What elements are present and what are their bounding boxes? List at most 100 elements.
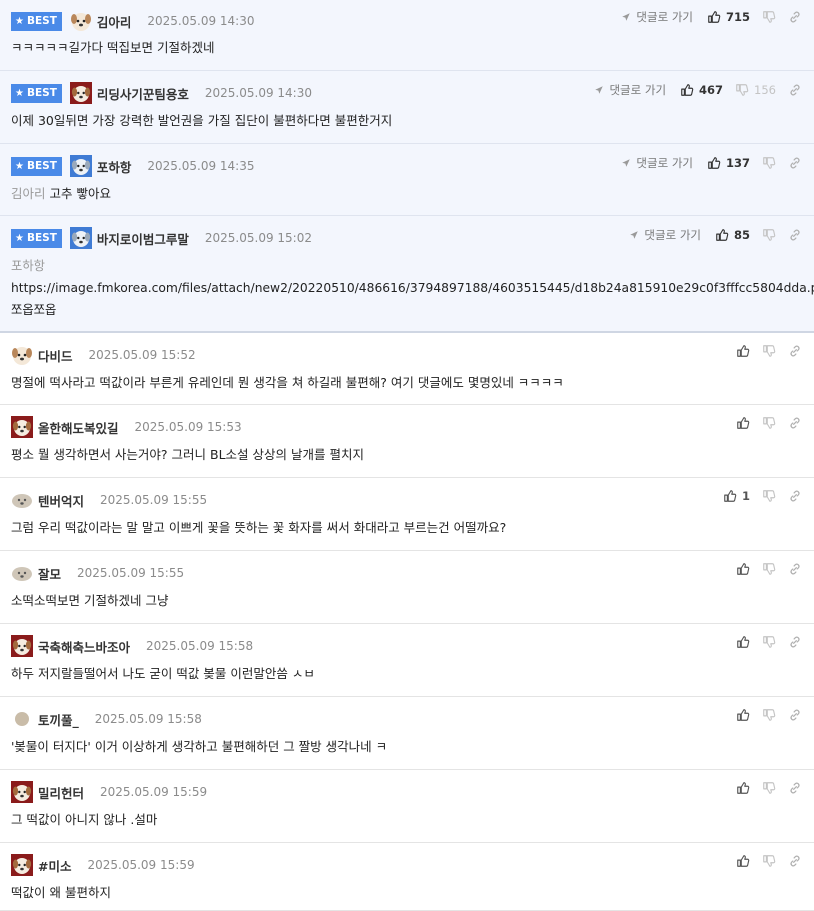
upvote-button[interactable] bbox=[736, 708, 750, 722]
comment-link-text[interactable]: https://image.fmkorea.com/files/attach/n… bbox=[11, 277, 814, 299]
blue-dog-icon bbox=[70, 227, 92, 249]
comment-date: 2025.05.09 15:55 bbox=[77, 566, 185, 580]
comment-text: '봊물이 터지다' 이거 이상하게 생각하고 불편해하던 그 짤방 생각나네 ㅋ bbox=[11, 739, 388, 754]
downvote-count: 156 bbox=[754, 83, 776, 97]
star-icon: ★ bbox=[15, 232, 24, 244]
best-comment: ★ BEST 포하항 2025.05.09 14:35 댓글로 가기 137 김아… bbox=[0, 144, 814, 216]
downvote-button[interactable] bbox=[762, 489, 776, 503]
avatar[interactable] bbox=[11, 562, 33, 584]
goto-comment-link[interactable]: 댓글로 가기 bbox=[621, 9, 693, 25]
share-link-button[interactable] bbox=[788, 10, 802, 24]
best-comment: ★ BEST 김아리 2025.05.09 14:30 댓글로 가기 715 ㅋㅋ… bbox=[0, 0, 814, 71]
gray-dog-icon bbox=[11, 489, 33, 511]
goto-comment-link[interactable]: 댓글로 가기 bbox=[629, 227, 701, 243]
link-icon bbox=[788, 344, 802, 358]
downvote-button[interactable] bbox=[762, 635, 776, 649]
nickname[interactable]: #미소 bbox=[38, 856, 71, 875]
best-comment: ★ BEST 바지로이범그루말 2025.05.09 15:02 댓글로 가기 8… bbox=[0, 216, 814, 333]
share-link-button[interactable] bbox=[788, 562, 802, 576]
nickname[interactable]: 잘모 bbox=[38, 564, 61, 583]
avatar[interactable] bbox=[70, 82, 92, 104]
avatar[interactable] bbox=[11, 708, 33, 730]
downvote-button[interactable] bbox=[762, 562, 776, 576]
thumbs-down-icon bbox=[762, 10, 776, 24]
upvote-button[interactable] bbox=[736, 781, 750, 795]
share-link-button[interactable] bbox=[788, 228, 802, 242]
nickname[interactable]: 올한해도복있길 bbox=[38, 418, 119, 437]
share-link-button[interactable] bbox=[788, 854, 802, 868]
nickname[interactable]: 토끼풀_ bbox=[38, 710, 79, 729]
star-icon: ★ bbox=[15, 87, 24, 99]
comment-date: 2025.05.09 15:55 bbox=[100, 493, 208, 507]
share-link-button[interactable] bbox=[788, 416, 802, 430]
reply-target[interactable]: 김아리 bbox=[11, 186, 46, 201]
avatar[interactable] bbox=[70, 155, 92, 177]
arrow-icon bbox=[629, 230, 639, 240]
upvote-button[interactable] bbox=[736, 416, 750, 430]
red-dog-icon bbox=[11, 781, 33, 803]
upvote-button[interactable] bbox=[736, 854, 750, 868]
upvote-count: 85 bbox=[733, 228, 750, 242]
goto-comment-link[interactable]: 댓글로 가기 bbox=[621, 155, 693, 171]
star-icon: ★ bbox=[15, 160, 24, 172]
avatar[interactable] bbox=[11, 344, 33, 366]
red-dog-icon bbox=[70, 82, 92, 104]
upvote-button[interactable]: 85 bbox=[715, 228, 750, 242]
avatar[interactable] bbox=[70, 227, 92, 249]
comment: 밀리헌터 2025.05.09 15:59 그 떡값이 아니지 않나 .설마 bbox=[0, 770, 814, 843]
comment-date: 2025.05.09 15:59 bbox=[100, 785, 208, 799]
upvote-button[interactable]: 715 bbox=[707, 10, 750, 24]
downvote-button[interactable] bbox=[762, 781, 776, 795]
share-link-button[interactable] bbox=[788, 708, 802, 722]
upvote-button[interactable]: 1 bbox=[723, 489, 750, 503]
nickname[interactable]: 텐버억지 bbox=[38, 491, 84, 510]
nickname[interactable]: 다비드 bbox=[38, 346, 73, 365]
nickname[interactable]: 포하항 bbox=[97, 157, 132, 176]
comment-date: 2025.05.09 14:30 bbox=[147, 14, 255, 28]
nickname[interactable]: 김아리 bbox=[97, 12, 132, 31]
reply-target[interactable]: 포하항 bbox=[11, 255, 802, 277]
downvote-button[interactable] bbox=[762, 416, 776, 430]
nickname[interactable]: 국축해축느바조아 bbox=[38, 637, 130, 656]
thumbs-up-icon bbox=[715, 228, 729, 242]
downvote-button[interactable] bbox=[762, 708, 776, 722]
comment-date: 2025.05.09 15:02 bbox=[204, 231, 312, 245]
comment-date: 2025.05.09 15:58 bbox=[146, 639, 254, 653]
upvote-button[interactable] bbox=[736, 344, 750, 358]
star-icon: ★ bbox=[15, 15, 24, 27]
avatar[interactable] bbox=[70, 10, 92, 32]
avatar[interactable] bbox=[11, 416, 33, 438]
share-link-button[interactable] bbox=[788, 83, 802, 97]
share-link-button[interactable] bbox=[788, 156, 802, 170]
best-badge: ★ BEST bbox=[11, 11, 62, 31]
avatar[interactable] bbox=[11, 854, 33, 876]
comment-text: 소떡소떡보면 기절하겠네 그냥 bbox=[11, 593, 169, 608]
downvote-button[interactable] bbox=[762, 156, 776, 170]
comment-date: 2025.05.09 14:30 bbox=[204, 86, 312, 100]
comment: 다비드 2025.05.09 15:52 명절에 떡사라고 떡값이라 부른게 유… bbox=[0, 333, 814, 405]
upvote-button[interactable] bbox=[736, 635, 750, 649]
share-link-button[interactable] bbox=[788, 635, 802, 649]
upvote-button[interactable]: 137 bbox=[707, 156, 750, 170]
downvote-button[interactable] bbox=[762, 344, 776, 358]
avatar[interactable] bbox=[11, 781, 33, 803]
downvote-button[interactable] bbox=[762, 854, 776, 868]
comment-text: 쪼옵쪼옵 bbox=[11, 303, 57, 317]
nickname[interactable]: 바지로이범그루말 bbox=[97, 229, 189, 248]
share-link-button[interactable] bbox=[788, 344, 802, 358]
downvote-button[interactable]: 156 bbox=[735, 83, 776, 97]
share-link-button[interactable] bbox=[788, 781, 802, 795]
nickname[interactable]: 리딩사기꾼팀용호 bbox=[97, 84, 189, 103]
avatar[interactable] bbox=[11, 635, 33, 657]
link-icon bbox=[788, 708, 802, 722]
upvote-button[interactable] bbox=[736, 562, 750, 576]
link-icon bbox=[788, 635, 802, 649]
avatar[interactable] bbox=[11, 489, 33, 511]
share-link-button[interactable] bbox=[788, 489, 802, 503]
downvote-button[interactable] bbox=[762, 10, 776, 24]
comment-date: 2025.05.09 14:35 bbox=[147, 159, 255, 173]
goto-comment-link[interactable]: 댓글로 가기 bbox=[594, 82, 666, 98]
downvote-button[interactable] bbox=[762, 228, 776, 242]
upvote-button[interactable]: 467 bbox=[680, 83, 723, 97]
nickname[interactable]: 밀리헌터 bbox=[38, 783, 84, 802]
